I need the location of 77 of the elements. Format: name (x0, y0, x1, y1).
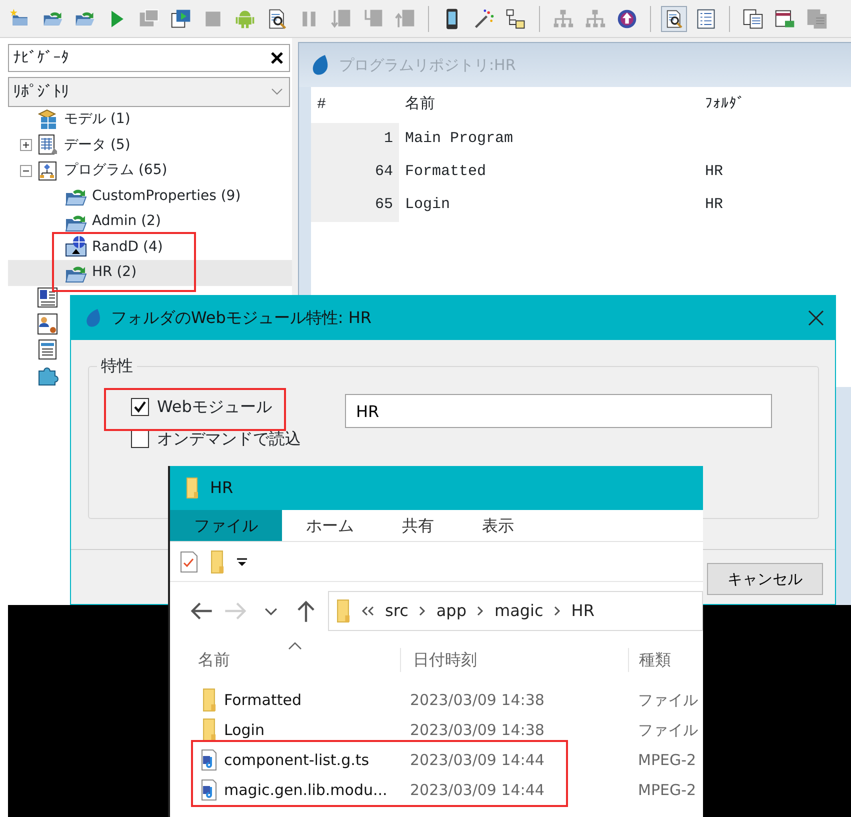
column-header[interactable]: 名前 (399, 94, 699, 116)
ribbon-tab[interactable]: 共有 (378, 510, 458, 541)
panel-title: ﾅﾋﾞｹﾞｰﾀ (13, 47, 69, 69)
tree-item[interactable]: Admin (2) (92, 211, 161, 232)
ribbon-tab[interactable]: 表示 (458, 510, 538, 541)
column-header[interactable]: # (311, 94, 399, 116)
file-name[interactable]: component-list.g.ts (224, 751, 370, 769)
file-type: ファイル (637, 691, 698, 709)
file-name[interactable]: Formatted (224, 691, 302, 709)
ribbon-tab[interactable]: ホーム (282, 510, 378, 541)
table-cell: 64 (311, 156, 399, 189)
file-name[interactable]: magic.gen.lib.modu... (224, 781, 388, 799)
breadcrumb-item[interactable]: HR (571, 599, 594, 623)
tree-item[interactable]: プログラム (65) (64, 160, 168, 182)
table-cell-text: HR (704, 162, 724, 182)
checklist-icon[interactable] (180, 550, 198, 572)
close-icon[interactable] (271, 52, 283, 64)
window-title: プログラムリポジトリ:HR (339, 54, 516, 76)
tree-item[interactable]: データ (5) (64, 134, 130, 156)
chevrons-left-icon (361, 605, 375, 617)
modified-date: 2023/03/09 14:44 (409, 751, 546, 769)
chevron-right-icon (553, 605, 562, 617)
help-document-icon (36, 286, 60, 310)
checkbox-label: Webモジュール (157, 396, 272, 418)
table-cell-text: HR (704, 195, 724, 216)
dropdown-icon[interactable] (236, 556, 248, 566)
chevron-down-icon (271, 88, 283, 96)
column-header[interactable]: ﾌｫﾙﾀﾞ (699, 94, 851, 116)
file-icon (200, 749, 218, 771)
column-header[interactable]: 名前 (170, 648, 400, 672)
view-dropdown[interactable]: ﾘﾎﾟｼﾞﾄﾘ (8, 77, 290, 107)
chevron-right-icon (418, 605, 426, 617)
file-type: ファイル (637, 721, 698, 739)
checkbox[interactable] (131, 398, 149, 416)
table-cell: 65 (311, 189, 399, 222)
globe-folder-icon (64, 235, 88, 260)
close-icon[interactable] (807, 309, 825, 327)
checkbox[interactable] (131, 430, 149, 448)
expand-icon[interactable] (20, 139, 32, 152)
ribbon-tab[interactable]: ファイル (170, 510, 282, 541)
column-header[interactable]: 日付時刻 (400, 648, 628, 672)
window-title: HR (210, 477, 234, 499)
folder-icon (200, 688, 218, 712)
file-type: MPEG-2 (637, 781, 696, 799)
folder-icon (335, 599, 351, 623)
chevron-right-icon (476, 605, 484, 617)
table-cell-text: Formatted (404, 162, 488, 182)
modified-date: 2023/03/09 14:38 (409, 691, 546, 709)
tree-item[interactable]: モデル (1) (64, 109, 130, 130)
modified-date: 2023/03/09 14:44 (409, 781, 546, 799)
collapse-icon[interactable] (20, 164, 32, 177)
column-header[interactable]: 種類 (628, 648, 671, 672)
drop-icon (85, 308, 103, 328)
table-cell-text: Main Program (404, 129, 514, 150)
dialog-title: フォルダのWebモジュール特性: HR (111, 307, 373, 329)
file-name[interactable]: Login (224, 721, 264, 739)
breadcrumb-item[interactable]: app (436, 599, 466, 623)
folder-icon (200, 718, 218, 742)
contact-card-icon (36, 312, 60, 336)
table-cell-text: Login (404, 195, 452, 216)
cancel-button[interactable]: キャンセル (707, 563, 823, 595)
modified-date: 2023/03/09 14:38 (409, 721, 546, 739)
table-document-icon (36, 133, 60, 158)
breadcrumb-item[interactable]: magic (494, 599, 544, 623)
sort-icon (288, 642, 302, 650)
file-icon (200, 779, 218, 801)
breadcrumb-item[interactable]: src (385, 599, 408, 623)
tree-item[interactable]: RandD (4) (92, 236, 163, 258)
file-type: MPEG-2 (637, 751, 696, 769)
folder-icon (184, 477, 200, 499)
tree-item[interactable]: CustomProperties (9) (92, 186, 241, 207)
tree-item[interactable]: HR (2) (92, 262, 137, 284)
table-cell: 1 (311, 123, 399, 156)
module-name-field[interactable]: HR (345, 394, 772, 428)
address-bar[interactable]: src app magic HR (328, 591, 703, 631)
checkbox-label: オンデマンドで読込 (157, 428, 301, 450)
document-search-icon[interactable] (661, 6, 687, 32)
